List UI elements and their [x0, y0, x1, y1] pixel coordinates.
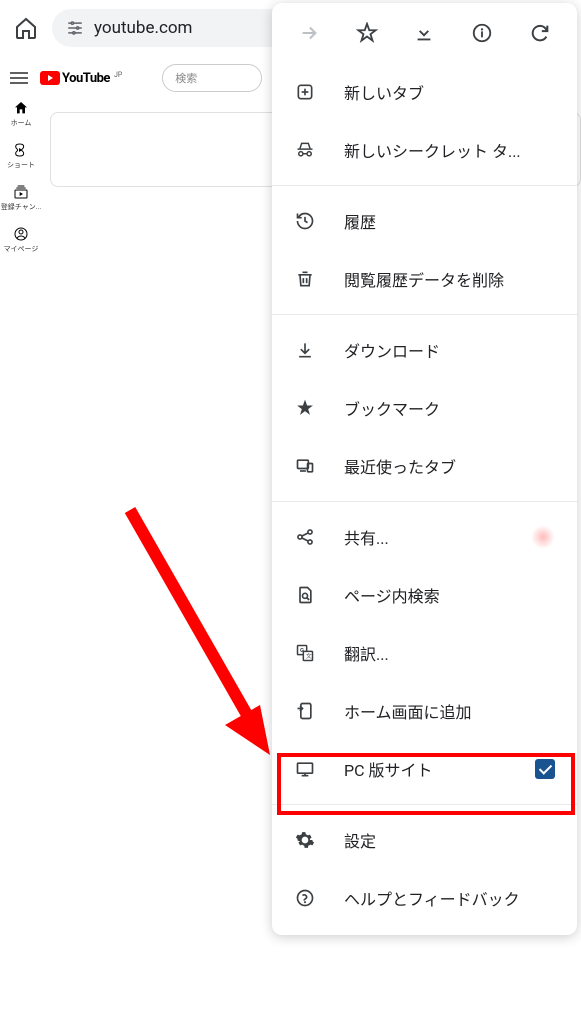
forward-button[interactable] — [289, 13, 329, 53]
desktop-site-checkbox[interactable] — [535, 759, 555, 779]
menu-find-in-page[interactable]: ページ内検索 — [272, 566, 577, 624]
new-tab-icon — [294, 81, 316, 103]
menu-new-tab[interactable]: 新しいタブ — [272, 63, 577, 121]
menu-settings[interactable]: 設定 — [272, 811, 577, 869]
menu-share[interactable]: 共有... — [272, 508, 577, 566]
menu-divider — [272, 804, 577, 805]
subscriptions-icon — [13, 184, 29, 200]
star-icon — [294, 397, 316, 419]
find-page-icon — [294, 584, 316, 606]
site-settings-icon — [66, 19, 84, 37]
menu-label: ページ内検索 — [344, 583, 555, 607]
menu-label: 翻訳... — [344, 641, 555, 665]
add-home-icon — [294, 700, 316, 722]
recording-indicator-icon — [531, 525, 555, 549]
youtube-sidebar: ホーム ショート 登録チャン... マイページ — [0, 94, 42, 254]
sidebar-item-subscriptions[interactable]: 登録チャン... — [1, 184, 41, 212]
menu-label: 履歴 — [344, 209, 555, 233]
menu-label: ヘルプとフィードバック — [344, 886, 555, 910]
menu-label: 共有... — [344, 525, 503, 549]
gear-icon — [294, 829, 316, 851]
menu-label: ダウンロード — [344, 338, 555, 362]
home-icon — [13, 100, 29, 116]
youtube-brand-text: YouTube — [62, 71, 110, 86]
menu-help[interactable]: ヘルプとフィードバック — [272, 869, 577, 927]
download-icon — [294, 339, 316, 361]
hamburger-icon[interactable] — [10, 68, 28, 88]
incognito-icon — [294, 139, 316, 161]
svg-text:G: G — [300, 648, 304, 654]
devices-icon — [294, 455, 316, 477]
url-text: youtube.com — [94, 18, 192, 38]
menu-divider — [272, 185, 577, 186]
menu-divider — [272, 314, 577, 315]
menu-desktop-site[interactable]: PC 版サイト — [272, 740, 577, 798]
menu-label: 閲覧履歴データを削除 — [344, 267, 555, 291]
menu-incognito[interactable]: 新しいシークレット タ... — [272, 121, 577, 179]
help-icon — [294, 887, 316, 909]
menu-label: ホーム画面に追加 — [344, 699, 555, 723]
youtube-region: JP — [114, 71, 122, 79]
bookmark-button[interactable] — [347, 13, 387, 53]
sidebar-item-mypage[interactable]: マイページ — [4, 226, 39, 254]
history-icon — [294, 210, 316, 232]
reload-button[interactable] — [520, 13, 560, 53]
menu-label: 新しいシークレット タ... — [344, 138, 555, 162]
account-icon — [13, 226, 29, 242]
menu-recent-tabs[interactable]: 最近使ったタブ — [272, 437, 577, 495]
translate-icon: G文 — [294, 642, 316, 664]
share-icon — [294, 526, 316, 548]
menu-downloads[interactable]: ダウンロード — [272, 321, 577, 379]
svg-text:文: 文 — [306, 652, 312, 660]
menu-bookmarks[interactable]: ブックマーク — [272, 379, 577, 437]
youtube-logo[interactable]: YouTube JP — [40, 71, 122, 86]
menu-toolbar — [272, 3, 577, 63]
sidebar-item-shorts[interactable]: ショート — [7, 142, 35, 170]
annotation-arrow-icon — [110, 500, 290, 780]
menu-label: 設定 — [344, 828, 555, 852]
menu-label: 新しいタブ — [344, 80, 555, 104]
sidebar-item-home[interactable]: ホーム — [11, 100, 32, 128]
play-icon — [40, 71, 60, 85]
download-button[interactable] — [404, 13, 444, 53]
menu-label: ブックマーク — [344, 396, 555, 420]
menu-label: 最近使ったタブ — [344, 454, 555, 478]
menu-label: PC 版サイト — [344, 757, 507, 781]
trash-icon — [294, 268, 316, 290]
menu-clear-data[interactable]: 閲覧履歴データを削除 — [272, 250, 577, 308]
search-input[interactable]: 検索 — [162, 64, 262, 92]
menu-translate[interactable]: G文 翻訳... — [272, 624, 577, 682]
menu-add-to-home[interactable]: ホーム画面に追加 — [272, 682, 577, 740]
menu-divider — [272, 501, 577, 502]
info-button[interactable] — [462, 13, 502, 53]
menu-history[interactable]: 履歴 — [272, 192, 577, 250]
shorts-icon — [13, 142, 29, 158]
desktop-icon — [294, 758, 316, 780]
browser-home-button[interactable] — [12, 14, 40, 42]
browser-overflow-menu: 新しいタブ 新しいシークレット タ... 履歴 閲覧履歴データを削除 ダウンロー… — [272, 3, 577, 935]
